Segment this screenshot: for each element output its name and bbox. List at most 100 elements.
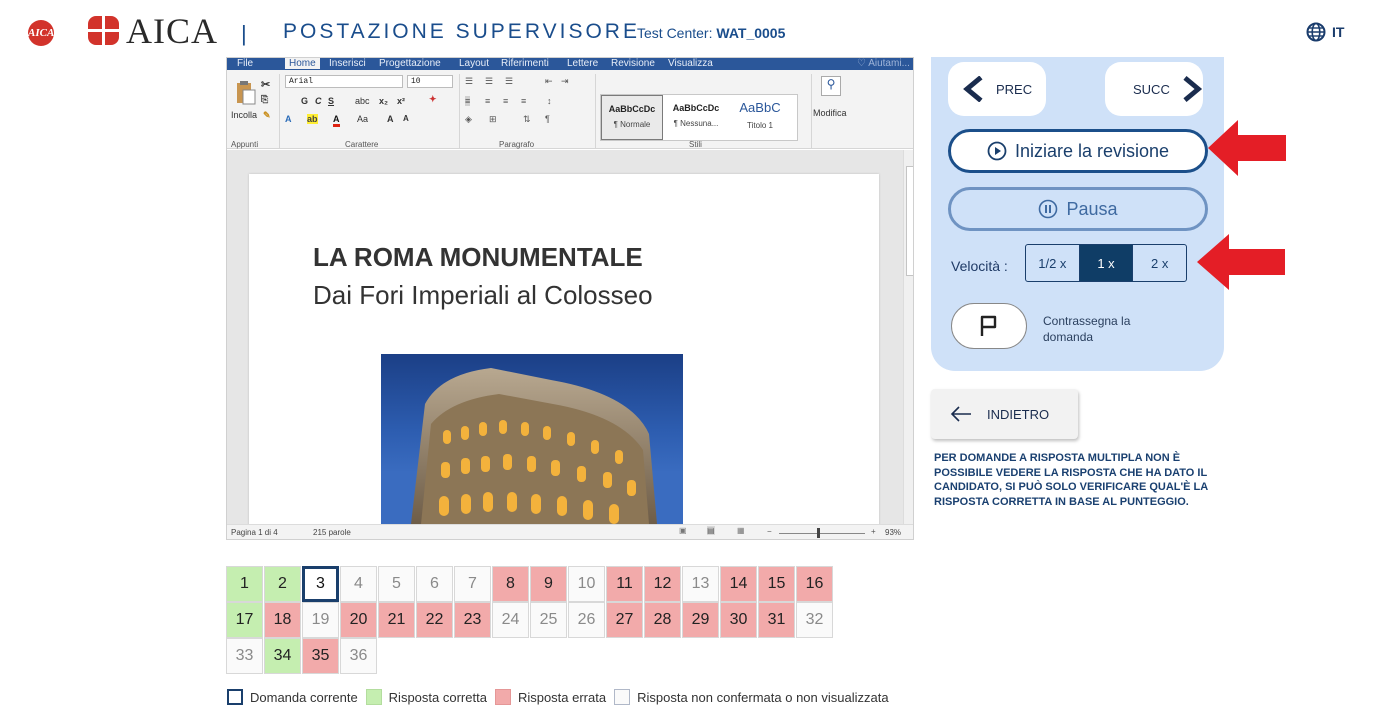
- scrollbar-thumb[interactable]: [906, 166, 913, 276]
- change-case-icon[interactable]: Aa: [357, 114, 368, 124]
- format-painter-icon[interactable]: ✎: [263, 110, 271, 121]
- line-spacing-icon[interactable]: ↕: [547, 96, 552, 106]
- question-cell[interactable]: 6: [416, 566, 453, 602]
- question-cell[interactable]: 12: [644, 566, 681, 602]
- pause-button[interactable]: Pausa: [948, 187, 1208, 231]
- show-marks-icon[interactable]: ¶: [545, 114, 550, 124]
- tab-references[interactable]: Riferimenti: [501, 58, 549, 69]
- web-layout-icon[interactable]: ▦: [737, 526, 745, 535]
- question-cell[interactable]: 25: [530, 602, 567, 638]
- question-cell[interactable]: 13: [682, 566, 719, 602]
- align-left-icon[interactable]: ≡: [465, 96, 471, 106]
- question-cell[interactable]: 11: [606, 566, 643, 602]
- bold-button[interactable]: G: [301, 96, 308, 106]
- shading-icon[interactable]: ◈: [465, 114, 472, 125]
- question-cell[interactable]: 26: [568, 602, 605, 638]
- align-center-icon[interactable]: ≡: [485, 96, 490, 106]
- tab-file[interactable]: File: [237, 58, 253, 69]
- question-cell[interactable]: 29: [682, 602, 719, 638]
- print-layout-icon[interactable]: ▤: [707, 526, 715, 535]
- question-cell[interactable]: 19: [302, 602, 339, 638]
- question-cell[interactable]: 3: [302, 566, 339, 602]
- speed-half[interactable]: 1/2 x: [1026, 245, 1080, 281]
- question-cell[interactable]: 27: [606, 602, 643, 638]
- numbering-icon[interactable]: ☰: [485, 76, 493, 87]
- tell-me[interactable]: ♡ Aiutami...: [857, 58, 910, 69]
- question-cell[interactable]: 17: [226, 602, 263, 638]
- flag-question-button[interactable]: [951, 303, 1027, 349]
- back-button[interactable]: INDIETRO: [931, 389, 1078, 439]
- zoom-in-icon[interactable]: +: [871, 527, 876, 536]
- read-mode-icon[interactable]: ▣: [679, 526, 687, 535]
- question-cell[interactable]: 2: [264, 566, 301, 602]
- clear-format-icon[interactable]: ✦: [429, 94, 437, 105]
- question-cell[interactable]: 7: [454, 566, 491, 602]
- tab-view[interactable]: Visualizza: [668, 58, 713, 69]
- question-cell[interactable]: 24: [492, 602, 529, 638]
- start-review-button[interactable]: Iniziare la revisione: [948, 129, 1208, 173]
- tab-home[interactable]: Home: [285, 58, 320, 69]
- italic-button[interactable]: C: [315, 96, 322, 106]
- question-cell[interactable]: 35: [302, 638, 339, 674]
- bullets-icon[interactable]: ☰: [465, 76, 473, 87]
- paste-icon[interactable]: [235, 80, 257, 106]
- question-cell[interactable]: 1: [226, 566, 263, 602]
- style-no-spacing[interactable]: AaBbCcDc ¶ Nessuna...: [665, 95, 727, 140]
- find-icon[interactable]: ⚲: [821, 76, 841, 96]
- outdent-icon[interactable]: ⇥: [561, 76, 569, 87]
- font-size-select[interactable]: 10: [407, 75, 453, 88]
- underline-button[interactable]: S: [328, 96, 334, 106]
- next-button[interactable]: SUCC: [1105, 62, 1203, 116]
- strikethrough-button[interactable]: abc: [355, 96, 370, 106]
- tab-design[interactable]: Progettazione: [379, 58, 441, 69]
- indent-icon[interactable]: ⇤: [545, 76, 553, 87]
- question-cell[interactable]: 10: [568, 566, 605, 602]
- question-cell[interactable]: 28: [644, 602, 681, 638]
- question-cell[interactable]: 8: [492, 566, 529, 602]
- cut-icon[interactable]: ✂: [261, 78, 270, 91]
- question-cell[interactable]: 34: [264, 638, 301, 674]
- question-cell[interactable]: 36: [340, 638, 377, 674]
- copy-icon[interactable]: ⎘: [261, 94, 268, 105]
- sort-icon[interactable]: ⇅: [523, 114, 531, 125]
- question-cell[interactable]: 9: [530, 566, 567, 602]
- shrink-font-icon[interactable]: A: [403, 114, 409, 123]
- grow-font-icon[interactable]: A: [387, 114, 394, 124]
- tab-review[interactable]: Revisione: [611, 58, 655, 69]
- question-cell[interactable]: 21: [378, 602, 415, 638]
- superscript-button[interactable]: x²: [397, 96, 405, 106]
- font-name-select[interactable]: Arial: [285, 75, 403, 88]
- question-cell[interactable]: 22: [416, 602, 453, 638]
- align-right-icon[interactable]: ≡: [503, 96, 508, 106]
- question-cell[interactable]: 32: [796, 602, 833, 638]
- tab-mailings[interactable]: Lettere: [567, 58, 598, 69]
- tab-layout[interactable]: Layout: [459, 58, 489, 69]
- question-cell[interactable]: 30: [720, 602, 757, 638]
- question-cell[interactable]: 31: [758, 602, 795, 638]
- multilevel-list-icon[interactable]: ☰: [505, 76, 513, 87]
- text-effects-icon[interactable]: A: [285, 114, 292, 124]
- zoom-slider[interactable]: [779, 533, 865, 534]
- prev-button[interactable]: PREC: [948, 62, 1046, 116]
- question-cell[interactable]: 33: [226, 638, 263, 674]
- speed-2x[interactable]: 2 x: [1133, 245, 1186, 281]
- language-selector[interactable]: IT: [1306, 22, 1344, 42]
- tab-insert[interactable]: Inserisci: [329, 58, 366, 69]
- question-cell[interactable]: 5: [378, 566, 415, 602]
- zoom-slider-thumb[interactable]: [817, 528, 820, 538]
- document-scrollbar[interactable]: [903, 150, 913, 524]
- question-cell[interactable]: 16: [796, 566, 833, 602]
- borders-icon[interactable]: ⊞: [489, 114, 497, 125]
- style-heading-1[interactable]: AaBbC Titolo 1: [729, 95, 791, 140]
- question-cell[interactable]: 15: [758, 566, 795, 602]
- zoom-out-icon[interactable]: −: [767, 527, 772, 536]
- question-cell[interactable]: 18: [264, 602, 301, 638]
- justify-icon[interactable]: ≡: [521, 96, 526, 106]
- question-cell[interactable]: 20: [340, 602, 377, 638]
- modify-label[interactable]: Modifica: [813, 108, 847, 118]
- font-color-icon[interactable]: A: [333, 114, 340, 127]
- question-cell[interactable]: 23: [454, 602, 491, 638]
- highlight-icon[interactable]: ab: [307, 114, 318, 124]
- question-cell[interactable]: 4: [340, 566, 377, 602]
- style-normal[interactable]: AaBbCcDc ¶ Normale: [601, 95, 663, 140]
